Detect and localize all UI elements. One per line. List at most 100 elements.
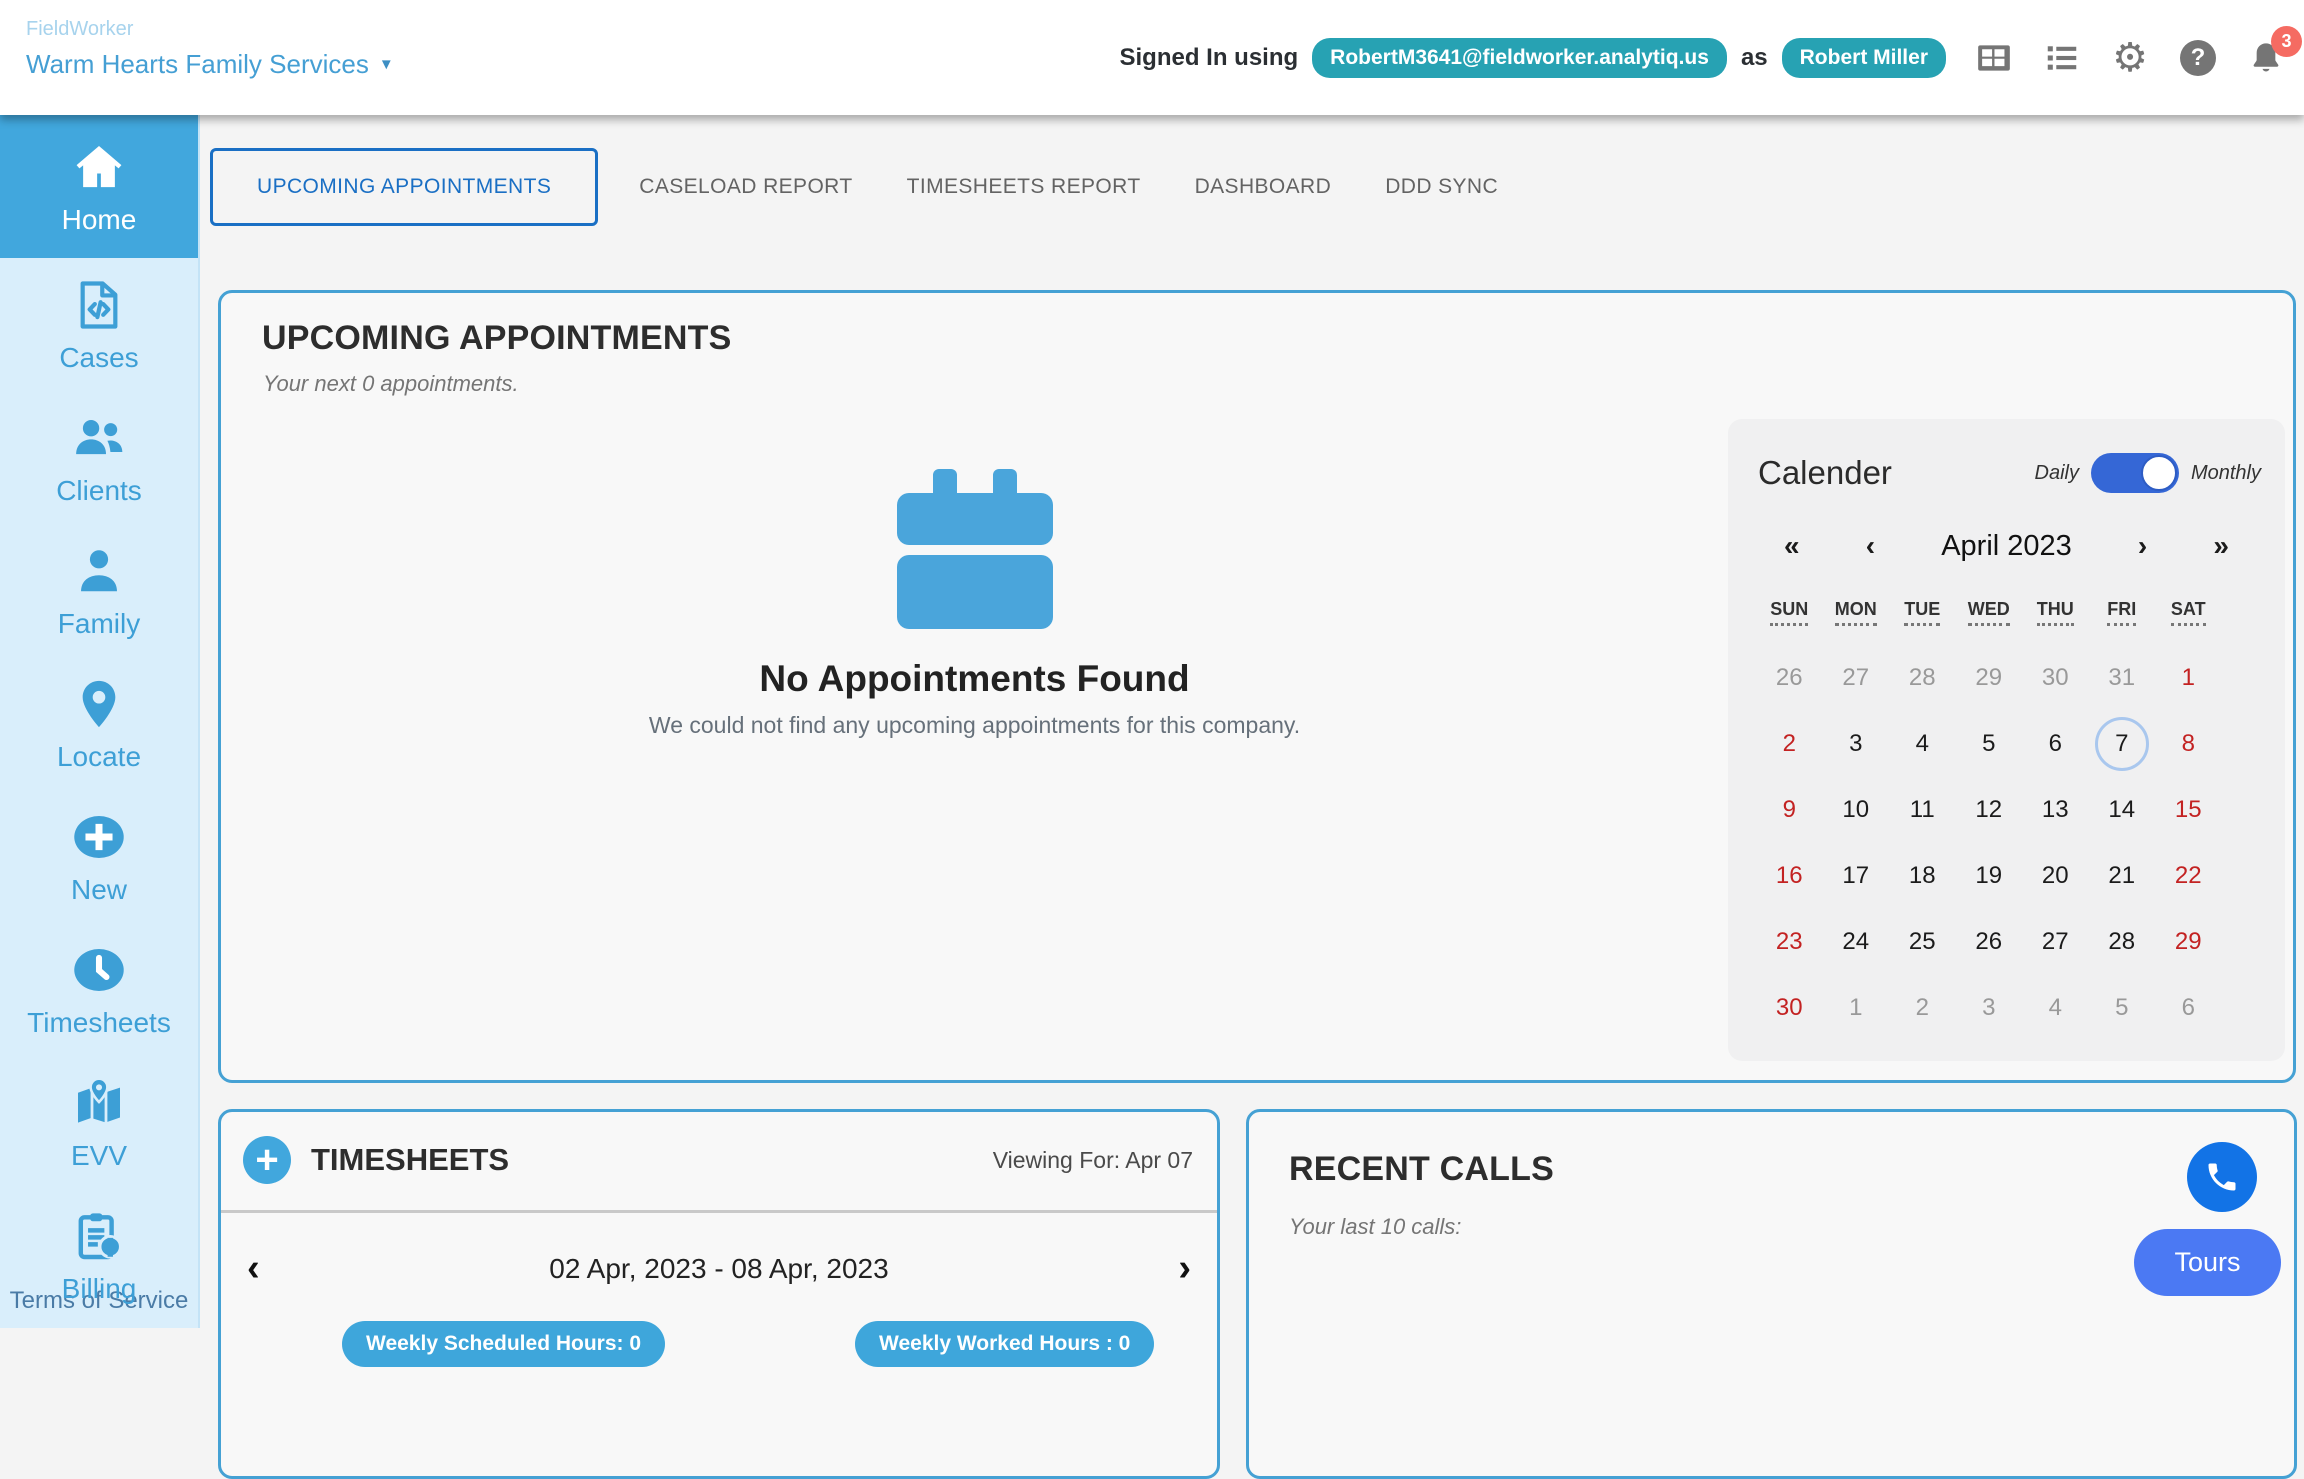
calendar-month-label: April 2023 (1941, 530, 2072, 563)
calendar-day-cell[interactable]: 30 (2022, 645, 2089, 711)
calendar-next-button[interactable]: › (2138, 530, 2147, 562)
calendar-day-cell[interactable]: 31 (2089, 645, 2156, 711)
calendar-day-cell[interactable]: 5 (1956, 711, 2023, 777)
bell-icon[interactable]: 3 (2246, 38, 2286, 78)
calendar-day-today[interactable]: 7 (2089, 711, 2156, 777)
calendar-title: Calender (1758, 454, 1892, 492)
calendar-day-cell[interactable]: 5 (2089, 975, 2156, 1041)
calendar-day-header: SAT (2155, 599, 2222, 645)
calendar-first-button[interactable]: « (1784, 530, 1800, 562)
calendar-day-cell[interactable]: 1 (2155, 645, 2222, 711)
calendar-last-button[interactable]: » (2213, 530, 2229, 562)
calendar-day-cell[interactable]: 28 (2089, 909, 2156, 975)
sidebar-item-label: Timesheets (27, 1007, 171, 1039)
week-next-button[interactable]: › (1178, 1247, 1191, 1290)
recent-calls-title: RECENT CALLS (1289, 1150, 1554, 1189)
calendar-day-cell[interactable]: 23 (1756, 909, 1823, 975)
logo-block: FieldWorker Warm Hearts Family Services … (26, 18, 394, 80)
calendar-day-cell[interactable]: 18 (1889, 843, 1956, 909)
recent-calls-subtitle: Your last 10 calls: (1289, 1214, 1461, 1240)
calendar-day-cell[interactable]: 11 (1889, 777, 1956, 843)
sidebar-item-clients[interactable]: Clients (0, 391, 198, 524)
locate-icon (70, 675, 128, 733)
signed-in-user-badge: Robert Miller (1782, 38, 1946, 78)
calendar-day-cell[interactable]: 16 (1756, 843, 1823, 909)
calendar-day-cell[interactable]: 12 (1956, 777, 2023, 843)
calendar-day-cell[interactable]: 20 (2022, 843, 2089, 909)
timesheets-title: TIMESHEETS (311, 1142, 509, 1178)
calendar-day-cell[interactable]: 24 (1823, 909, 1890, 975)
signed-in-prefix: Signed In using (1120, 44, 1299, 72)
sidebar-item-new[interactable]: New (0, 790, 198, 923)
calendar-day-cell[interactable]: 6 (2022, 711, 2089, 777)
calendar-day-cell[interactable]: 6 (2155, 975, 2222, 1041)
calendar-day-cell[interactable]: 28 (1889, 645, 1956, 711)
timesheets-icon (70, 941, 128, 999)
calendar-day-cell[interactable]: 15 (2155, 777, 2222, 843)
chevron-down-icon: ▼ (379, 56, 394, 73)
calendar-grid: SUNMONTUEWEDTHUFRISAT2627282930311234567… (1728, 599, 2285, 1041)
calendar-day-cell[interactable]: 2 (1889, 975, 1956, 1041)
header-icons: ⚙ ? 3 (1974, 38, 2286, 78)
tab-dashboard[interactable]: DASHBOARD (1168, 175, 1359, 199)
calendar-day-cell[interactable]: 3 (1823, 711, 1890, 777)
calendar-day-cell[interactable]: 17 (1823, 843, 1890, 909)
sidebar-item-locate[interactable]: Locate (0, 657, 198, 790)
calendar-day-header: SUN (1756, 599, 1823, 645)
calendar-day-cell[interactable]: 13 (2022, 777, 2089, 843)
calendar-day-cell[interactable]: 26 (1956, 909, 2023, 975)
calendar-day-cell[interactable]: 27 (2022, 909, 2089, 975)
tab-ddd-sync[interactable]: DDD SYNC (1358, 175, 1525, 199)
calendar-day-cell[interactable]: 4 (2022, 975, 2089, 1041)
sidebar-item-family[interactable]: Family (0, 524, 198, 657)
tab-bar: UPCOMING APPOINTMENTS CASELOAD REPORTTIME… (210, 148, 1525, 226)
calendar-day-cell[interactable]: 1 (1823, 975, 1890, 1041)
grid-icon[interactable] (1974, 38, 2014, 78)
settings-icon[interactable]: ⚙ (2110, 38, 2150, 78)
calendar-day-cell[interactable]: 4 (1889, 711, 1956, 777)
tours-button[interactable]: Tours (2134, 1229, 2281, 1296)
week-prev-button[interactable]: ‹ (247, 1247, 260, 1290)
tab-timesheets-report[interactable]: TIMESHEETS REPORT (880, 175, 1168, 199)
calendar-day-cell[interactable]: 9 (1756, 777, 1823, 843)
calendar-day-cell[interactable]: 29 (1956, 645, 2023, 711)
add-timesheet-button[interactable]: + (243, 1136, 291, 1184)
calendar-day-cell[interactable]: 2 (1756, 711, 1823, 777)
calendar-day-cell[interactable]: 30 (1756, 975, 1823, 1041)
calendar-day-cell[interactable]: 26 (1756, 645, 1823, 711)
phone-call-button[interactable] (2187, 1142, 2257, 1212)
help-icon[interactable]: ? (2178, 38, 2218, 78)
calendar-day-header: FRI (2089, 599, 2156, 645)
list-icon[interactable] (2042, 38, 2082, 78)
billing-icon: $ (70, 1207, 128, 1265)
svg-text:$: $ (105, 1236, 115, 1256)
tab-caseload-report[interactable]: CASELOAD REPORT (612, 175, 879, 199)
daily-monthly-toggle[interactable] (2091, 453, 2179, 493)
calendar-day-cell[interactable]: 14 (2089, 777, 2156, 843)
top-header: FieldWorker Warm Hearts Family Services … (0, 0, 2304, 115)
sidebar-item-evv[interactable]: EVV (0, 1056, 198, 1189)
toggle-daily-label: Daily (2035, 462, 2079, 485)
calendar-day-cell[interactable]: 27 (1823, 645, 1890, 711)
company-selector[interactable]: Warm Hearts Family Services ▼ (26, 49, 394, 80)
calendar-day-cell[interactable]: 21 (2089, 843, 2156, 909)
sidebar-item-billing[interactable]: $Billing (0, 1189, 198, 1322)
appointments-title: UPCOMING APPOINTMENTS (262, 319, 732, 358)
main-content: UPCOMING APPOINTMENTSCASELOAD REPORTTIME… (200, 115, 2304, 1328)
new-icon (70, 808, 128, 866)
calendar-day-cell[interactable]: 29 (2155, 909, 2222, 975)
tab-upcoming-appointments[interactable]: UPCOMING APPOINTMENTS (210, 148, 598, 226)
calendar-day-cell[interactable]: 25 (1889, 909, 1956, 975)
calendar-day-cell[interactable]: 22 (2155, 843, 2222, 909)
sidebar-item-cases[interactable]: Cases (0, 258, 198, 391)
calendar-day-header: MON (1823, 599, 1890, 645)
calendar-day-cell[interactable]: 8 (2155, 711, 2222, 777)
calendar-day-cell[interactable]: 3 (1956, 975, 2023, 1041)
sidebar-item-timesheets[interactable]: Timesheets (0, 923, 198, 1056)
home-icon (70, 138, 128, 196)
calendar-day-cell[interactable]: 10 (1823, 777, 1890, 843)
calendar-day-cell[interactable]: 19 (1956, 843, 2023, 909)
sidebar-item-home[interactable]: Home (0, 115, 198, 258)
calendar-prev-button[interactable]: ‹ (1866, 530, 1875, 562)
calendar-day-header: WED (1956, 599, 2023, 645)
